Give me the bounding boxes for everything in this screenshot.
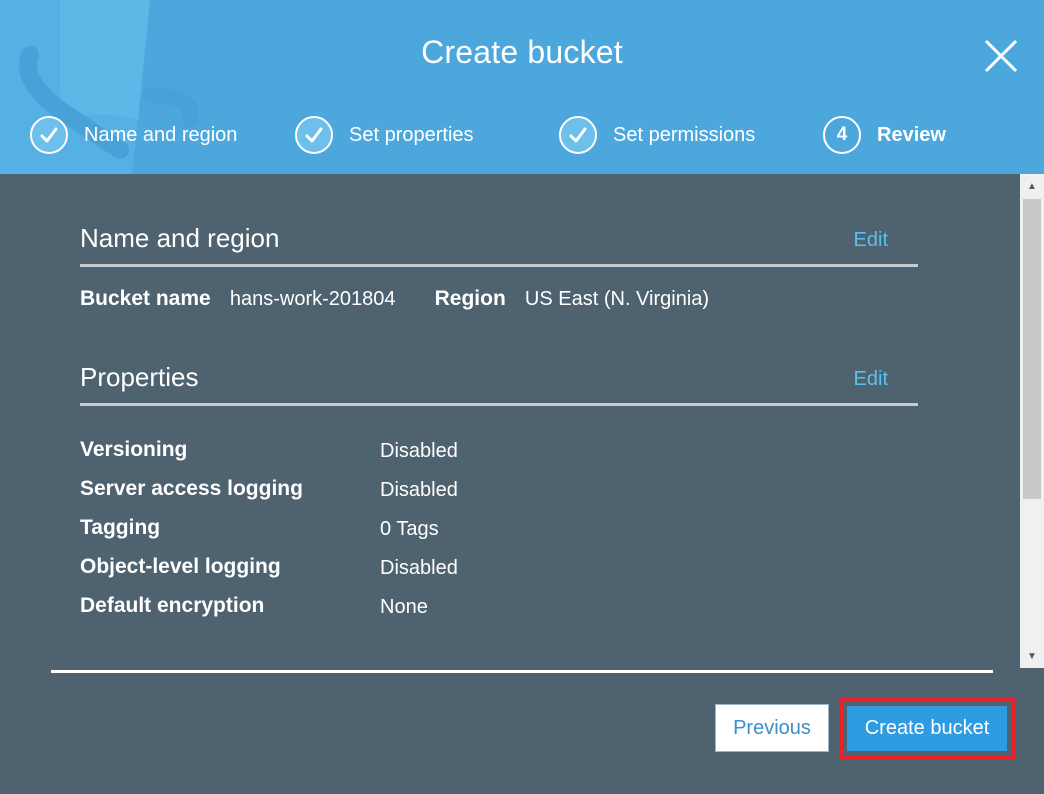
step-label: Set properties	[349, 123, 474, 146]
property-key: Tagging	[80, 516, 161, 539]
bucket-name-label: Bucket name	[80, 287, 211, 310]
step-3-check	[559, 116, 597, 154]
check-icon	[305, 127, 323, 143]
step-review[interactable]: 4 Review	[823, 114, 946, 156]
section-title: Name and region	[80, 223, 280, 253]
region-value: US East (N. Virginia)	[524, 288, 710, 310]
property-key: Default encryption	[80, 594, 265, 617]
step-set-properties[interactable]: Set properties	[295, 114, 474, 156]
property-value: 0 Tags	[380, 518, 439, 540]
create-bucket-button[interactable]: Create bucket	[847, 706, 1007, 751]
step-label: Name and region	[84, 123, 238, 146]
property-row-object-level-logging: Object-level logging Disabled	[80, 555, 780, 585]
footer-divider	[51, 670, 993, 673]
review-content: Name and region Edit Bucket name hans-wo…	[0, 174, 1020, 668]
property-value: Disabled	[380, 479, 458, 501]
step-label: Set permissions	[613, 123, 756, 146]
step-name-and-region[interactable]: Name and region	[30, 114, 237, 156]
scroll-down-icon[interactable]: ▼	[1020, 644, 1044, 668]
property-row-default-encryption: Default encryption None	[80, 594, 780, 624]
bucket-name-value: hans-work-201804	[229, 288, 396, 310]
property-value: Disabled	[380, 557, 458, 579]
step-label: Review	[877, 123, 946, 146]
step-set-permissions[interactable]: Set permissions	[559, 114, 755, 156]
vertical-scrollbar[interactable]: ▲ ▼	[1020, 174, 1044, 668]
close-icon[interactable]	[982, 37, 1020, 75]
dialog-title: Create bucket	[421, 34, 623, 70]
check-icon	[569, 127, 587, 143]
edit-name-region-link[interactable]: Edit	[854, 229, 888, 252]
property-value: Disabled	[380, 440, 458, 462]
name-region-summary: Bucket name hans-work-201804 Region US E…	[80, 287, 709, 311]
property-row-tagging: Tagging 0 Tags	[80, 516, 780, 546]
step-number: 4	[836, 124, 848, 145]
property-row-versioning: Versioning Disabled	[80, 438, 780, 468]
region-label: Region	[434, 287, 506, 310]
property-value: None	[380, 596, 428, 618]
scroll-up-icon[interactable]: ▲	[1020, 174, 1044, 198]
step-4-number: 4	[823, 116, 861, 154]
property-row-server-access-logging: Server access logging Disabled	[80, 477, 780, 507]
step-2-check	[295, 116, 333, 154]
check-icon	[40, 127, 58, 143]
properties-section-header: Properties Edit	[80, 362, 918, 406]
property-key: Object-level logging	[80, 555, 281, 578]
section-title: Properties	[80, 362, 199, 392]
property-key: Versioning	[80, 438, 188, 461]
wizard-header: Create bucket Name and region Set proper…	[0, 0, 1044, 174]
property-key: Server access logging	[80, 477, 303, 500]
scroll-thumb[interactable]	[1023, 199, 1041, 499]
name-region-section-header: Name and region Edit	[80, 223, 918, 267]
edit-properties-link[interactable]: Edit	[854, 368, 888, 391]
previous-button[interactable]: Previous	[715, 704, 829, 752]
step-1-check	[30, 116, 68, 154]
